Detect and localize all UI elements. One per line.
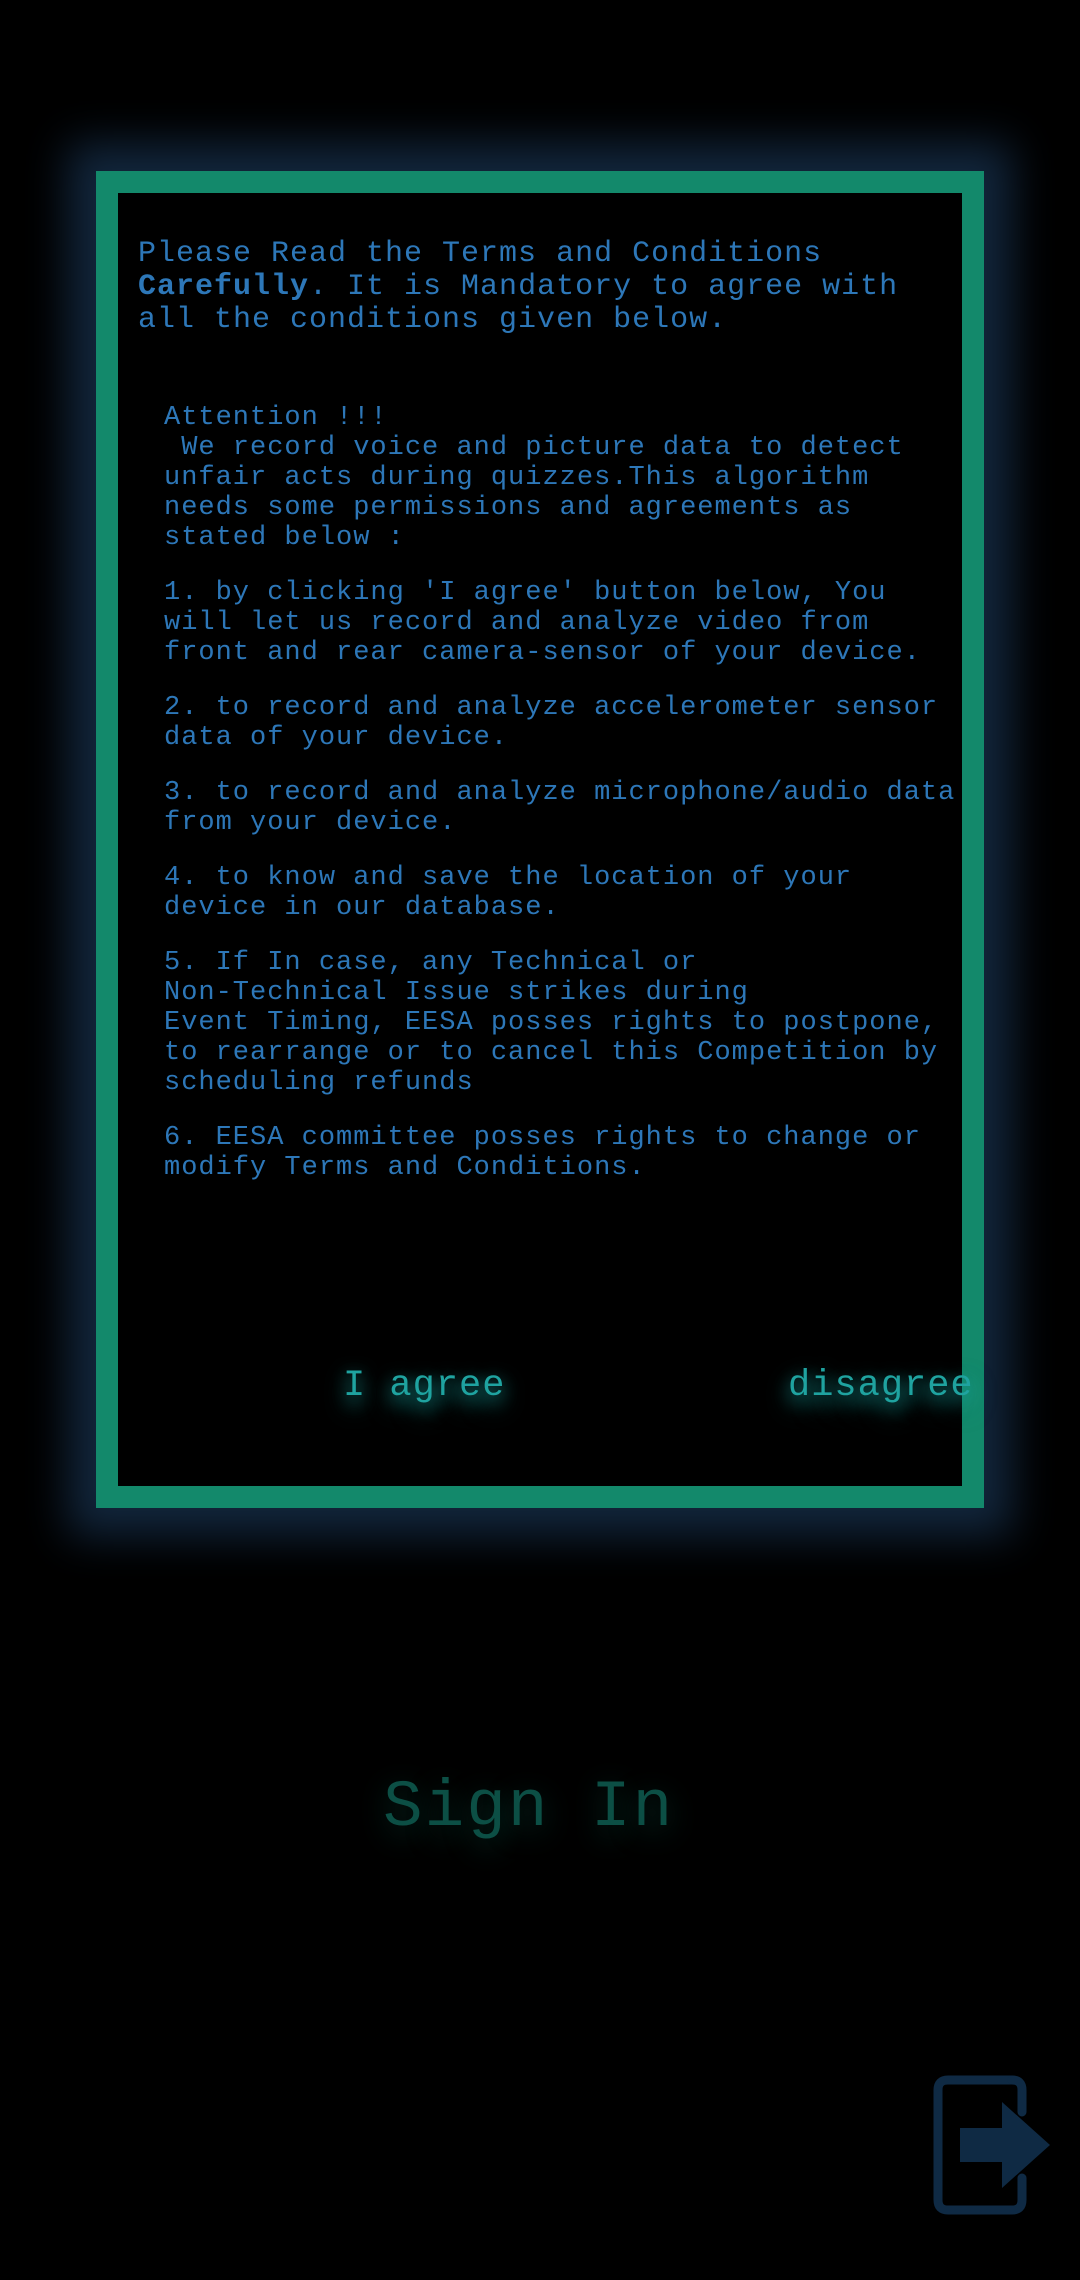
attention-block: Attention !!! We record voice and pictur…: [164, 403, 964, 553]
disagree-button[interactable]: disagree: [788, 1365, 974, 1407]
intro-text-start: Please Read the Terms and Conditions: [138, 237, 842, 271]
sign-in-button[interactable]: Sign In: [383, 1770, 674, 1845]
app-screen: Please Read the Terms and Conditions Car…: [0, 0, 1080, 2280]
terms-list: Attention !!! We record voice and pictur…: [164, 403, 964, 1208]
terms-dialog: Please Read the Terms and Conditions Car…: [96, 171, 984, 1508]
terms-item-6: 6. EESA committee posses rights to chang…: [164, 1123, 939, 1183]
terms-item-2: 2. to record and analyze accelerometer s…: [164, 693, 956, 753]
terms-item-4: 4. to know and save the location of your…: [164, 863, 870, 923]
terms-item-5: 5. If In case, any Technical or Non-Tech…: [164, 948, 939, 1098]
terms-item-3: 3. to record and analyze microphone/audi…: [164, 778, 973, 838]
terms-intro: Please Read the Terms and Conditions Car…: [138, 238, 968, 337]
logout-button[interactable]: [928, 2070, 1052, 2220]
intro-emphasis: Carefully: [138, 270, 310, 304]
attention-body: We record voice and picture data to dete…: [164, 433, 921, 553]
agree-button[interactable]: I agree: [343, 1365, 505, 1407]
logout-icon: [933, 2075, 1050, 2215]
terms-item-1: 1. by clicking 'I agree' button below, Y…: [164, 578, 921, 668]
attention-title: Attention !!!: [164, 403, 388, 433]
